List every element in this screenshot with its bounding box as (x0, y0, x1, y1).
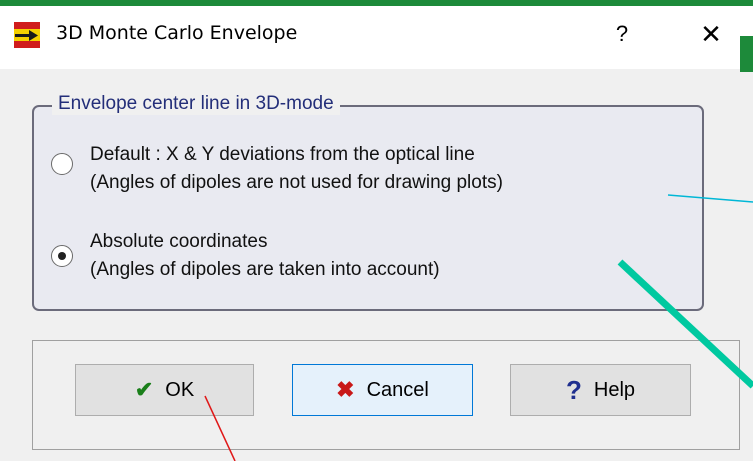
question-icon: ? (565, 374, 582, 405)
dialog-title: 3D Monte Carlo Envelope (56, 22, 298, 44)
title-help-button[interactable]: ? (606, 18, 638, 50)
checkmark-icon: ✔ (134, 377, 154, 402)
ok-button[interactable]: ✔ OK (75, 364, 254, 416)
radio-selected-dot (58, 252, 66, 260)
option-default-line1[interactable]: Default : X & Y deviations from the opti… (90, 142, 475, 168)
option-default-line2: (Angles of dipoles are not used for draw… (90, 172, 503, 193)
help-button[interactable]: ? Help (510, 364, 691, 416)
help-button-label: Help (593, 378, 636, 401)
app-icon (14, 22, 40, 48)
x-cancel-icon: ✖ (336, 377, 355, 402)
radio-absolute-coordinates[interactable] (51, 245, 73, 267)
groupbox-label: Envelope center line in 3D-mode (52, 93, 340, 115)
cancel-button-label: Cancel (366, 378, 429, 401)
cancel-button[interactable]: ✖ Cancel (292, 364, 473, 416)
background-window-edge (740, 36, 753, 72)
close-button[interactable]: ✕ (694, 18, 728, 50)
ok-button-label: OK (165, 378, 195, 401)
option-absolute-line1[interactable]: Absolute coordinates (90, 229, 267, 255)
radio-default-deviations[interactable] (51, 153, 73, 175)
option-absolute-line2: (Angles of dipoles are taken into accoun… (90, 259, 440, 280)
